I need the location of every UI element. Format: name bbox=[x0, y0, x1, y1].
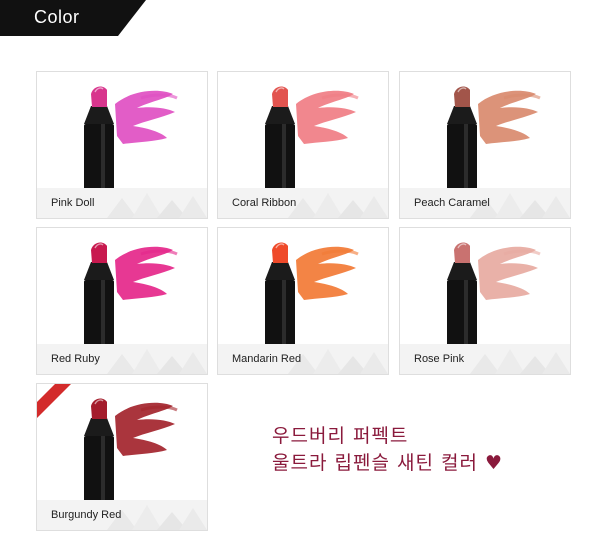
pencil-body bbox=[265, 124, 295, 192]
product-name: Peach Caramel bbox=[414, 197, 490, 209]
pencil-collar bbox=[84, 418, 114, 436]
label-strip: Pink Doll bbox=[37, 188, 207, 218]
heart-icon: ♥ bbox=[484, 452, 504, 474]
triangle-pattern bbox=[470, 349, 570, 374]
pencil-tip bbox=[454, 86, 470, 107]
pencil-collar bbox=[447, 262, 477, 280]
lip-pencil-image bbox=[84, 86, 178, 192]
pencil-highlight bbox=[282, 280, 286, 348]
pencil-body bbox=[84, 124, 114, 192]
label-strip: Mandarin Red bbox=[218, 344, 388, 374]
pencil-tip bbox=[91, 398, 107, 419]
color-section-header: Color bbox=[0, 0, 146, 36]
product-name: Coral Ribbon bbox=[232, 197, 297, 209]
color-swatch-stroke bbox=[115, 246, 175, 300]
tagline-line-2: 울트라 립펜슬 새틴 컬러 ♥ bbox=[272, 450, 503, 477]
product-card[interactable]: Red Ruby bbox=[36, 227, 208, 375]
label-strip: Red Ruby bbox=[37, 344, 207, 374]
color-swatch-stroke bbox=[296, 90, 356, 144]
product-card[interactable]: Peach Caramel bbox=[399, 71, 571, 219]
pencil-collar bbox=[84, 262, 114, 280]
color-swatch-stroke bbox=[115, 90, 175, 144]
pencil-tip bbox=[91, 242, 107, 263]
product-tagline: 우드버리 퍼펙트 울트라 립펜슬 새틴 컬러 ♥ bbox=[272, 423, 503, 477]
color-swatch-stroke bbox=[115, 402, 175, 456]
pencil-tip bbox=[454, 242, 470, 263]
tagline-line-1: 우드버리 퍼펙트 bbox=[272, 425, 409, 447]
label-strip: Rose Pink bbox=[400, 344, 570, 374]
product-name: Red Ruby bbox=[51, 353, 100, 365]
label-strip: Coral Ribbon bbox=[218, 188, 388, 218]
product-name: Pink Doll bbox=[51, 197, 95, 209]
product-name: Rose Pink bbox=[414, 353, 465, 365]
pencil-highlight bbox=[101, 124, 105, 192]
pencil-body bbox=[447, 280, 477, 348]
pencil-collar bbox=[265, 106, 295, 124]
label-strip: Peach Caramel bbox=[400, 188, 570, 218]
product-card[interactable]: Pink Doll bbox=[36, 71, 208, 219]
pencil-body bbox=[447, 124, 477, 192]
lip-pencil-image bbox=[265, 86, 359, 192]
pencil-tip bbox=[272, 242, 288, 263]
label-strip: Burgundy Red bbox=[37, 500, 207, 530]
pencil-tip bbox=[272, 86, 288, 107]
product-card[interactable]: Burgundy Red NEW!! bbox=[36, 383, 208, 531]
pencil-collar bbox=[265, 262, 295, 280]
color-swatch-stroke bbox=[478, 90, 538, 144]
lip-pencil-image bbox=[447, 242, 541, 348]
pencil-body bbox=[84, 280, 114, 348]
color-swatch-stroke bbox=[478, 246, 538, 300]
product-card[interactable]: Rose Pink bbox=[399, 227, 571, 375]
pencil-highlight bbox=[464, 124, 468, 192]
pencil-highlight bbox=[464, 280, 468, 348]
pencil-body bbox=[265, 280, 295, 348]
new-badge: NEW!! bbox=[37, 384, 71, 418]
tagline-line-2-text: 울트라 립펜슬 새틴 컬러 bbox=[272, 452, 478, 474]
lip-pencil-image bbox=[84, 242, 178, 348]
product-card[interactable]: Coral Ribbon bbox=[217, 71, 389, 219]
color-swatch-stroke bbox=[296, 246, 356, 300]
pencil-tip bbox=[91, 86, 107, 107]
product-name: Burgundy Red bbox=[51, 509, 122, 521]
pencil-collar bbox=[447, 106, 477, 124]
triangle-pattern bbox=[107, 193, 207, 218]
pencil-highlight bbox=[282, 124, 286, 192]
pencil-highlight bbox=[101, 436, 105, 504]
pencil-highlight bbox=[101, 280, 105, 348]
product-name: Mandarin Red bbox=[232, 353, 302, 365]
lip-pencil-image bbox=[447, 86, 541, 192]
pencil-body bbox=[84, 436, 114, 504]
product-card[interactable]: Mandarin Red bbox=[217, 227, 389, 375]
lip-pencil-image bbox=[265, 242, 359, 348]
triangle-pattern bbox=[107, 349, 207, 374]
pencil-collar bbox=[84, 106, 114, 124]
section-title: Color bbox=[34, 7, 80, 27]
